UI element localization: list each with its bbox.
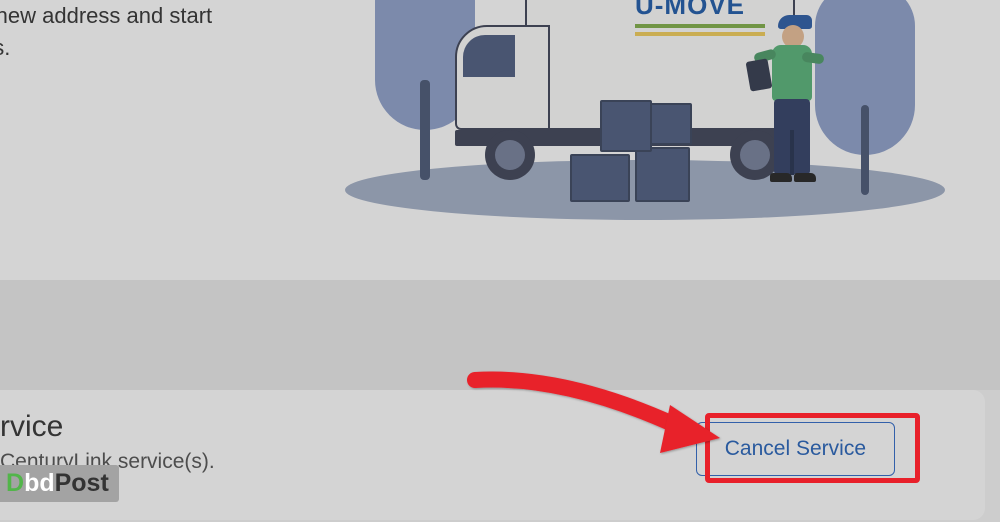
top-panel: ur new address and start ces. U-MOVE [0, 0, 1000, 280]
moving-illustration: U-MOVE [355, 0, 935, 230]
desc-line2: ces. [0, 35, 10, 60]
package-boxes [570, 82, 730, 202]
watermark-badge: DbdPost [0, 465, 119, 502]
delivery-person [760, 15, 840, 200]
watermark-part2: bd [24, 469, 55, 498]
watermark-part1: D [6, 469, 24, 498]
section-divider [0, 280, 1000, 390]
cancel-service-card: rvice CenturyLink service(s). Cancel Ser… [0, 390, 985, 520]
move-description: ur new address and start ces. [0, 0, 212, 64]
wheel-front [485, 130, 535, 180]
truck-brand-label: U-MOVE [635, 0, 745, 21]
watermark-part3: Post [55, 469, 109, 498]
cancel-service-button[interactable]: Cancel Service [696, 422, 895, 476]
cancel-title: rvice [0, 410, 63, 444]
desc-line1: ur new address and start [0, 3, 212, 28]
